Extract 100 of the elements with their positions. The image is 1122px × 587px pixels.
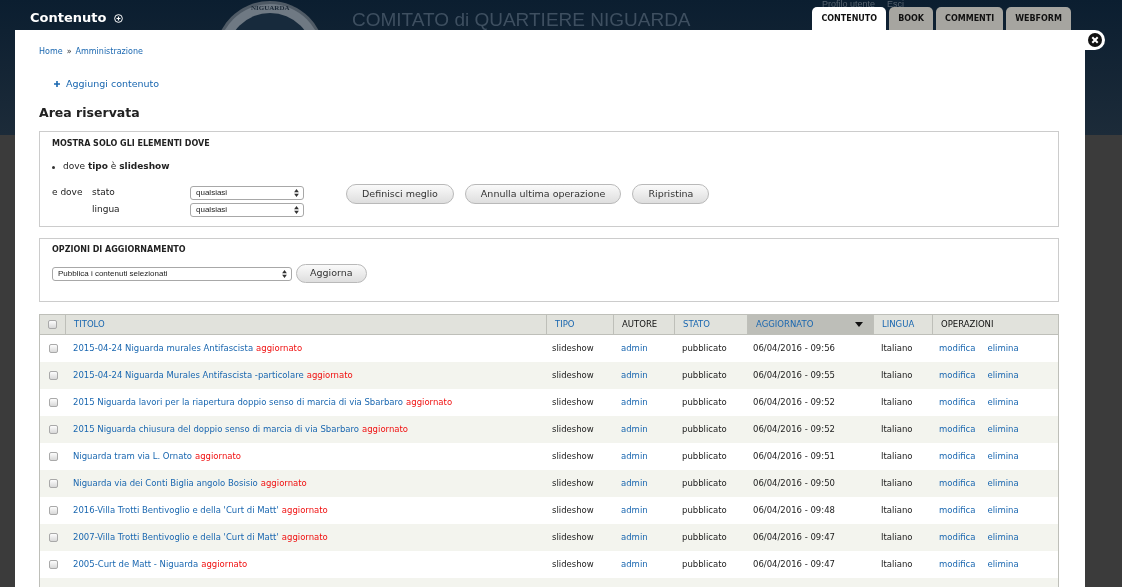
updated-marker: aggiornato [201, 558, 248, 571]
author-link[interactable]: admin [621, 343, 648, 354]
updown-arrows-icon [282, 269, 287, 278]
active-filter: dove tipo è slideshow [63, 160, 170, 174]
title-link[interactable]: 2007-Villa Trotti Bentivoglio e della 'Curt di Matt' [73, 531, 279, 544]
title-link[interactable]: 2015 Niguarda lavori per la riapertura doppio senso di marcia di via Sbarbaro [73, 396, 404, 409]
form-button[interactable]: Definisci meglio [346, 184, 454, 204]
tab[interactable]: BOOK [889, 7, 934, 30]
author-link[interactable]: admin [621, 478, 648, 489]
close-button[interactable] [1084, 30, 1105, 50]
author-link[interactable]: admin [621, 424, 648, 435]
operation-link[interactable]: elimina [987, 450, 1019, 463]
operation-link[interactable]: modifica [939, 423, 976, 436]
author-link[interactable]: admin [621, 505, 648, 516]
table-cell: Italiano [881, 343, 913, 354]
checkbox[interactable] [49, 479, 58, 488]
table-cell: Italiano [881, 505, 913, 516]
table-cell: slideshow [552, 505, 594, 516]
table-cell: Italiano [881, 532, 913, 543]
title-link[interactable]: Niguarda via dei Conti Biglia angolo Bosisio [73, 477, 258, 490]
column-sort-link[interactable]: STATO [683, 318, 710, 331]
dropdown[interactable]: qualsiasi [190, 185, 304, 200]
breadcrumb-link[interactable]: Home [39, 46, 63, 58]
column-sort-link[interactable]: TIPO [555, 318, 575, 331]
filter-label: stato [92, 185, 115, 199]
checkbox[interactable] [49, 506, 58, 515]
author-link[interactable]: admin [621, 370, 648, 381]
column-label: AUTORE [622, 318, 658, 331]
table-cell: 06/04/2016 - 09:47 [753, 532, 835, 543]
operation-link[interactable]: modifica [939, 531, 976, 544]
operation-link[interactable]: modifica [939, 477, 976, 490]
updown-arrows-icon [294, 205, 299, 214]
tab[interactable]: CONTENUTO [812, 7, 887, 30]
operation-link[interactable]: modifica [939, 450, 976, 463]
column-sort-link[interactable]: AGGIORNATO [756, 318, 814, 331]
operation-link[interactable]: modifica [939, 396, 976, 409]
checkbox[interactable] [49, 560, 58, 569]
author-link[interactable]: admin [621, 397, 648, 408]
form-button[interactable]: Ripristina [632, 184, 710, 204]
table-cell: slideshow [552, 397, 594, 408]
page-title: Area riservata [39, 105, 140, 121]
title-link[interactable]: 2005-Curt de Matt - Niguarda [73, 558, 199, 571]
table-cell: slideshow [552, 424, 594, 435]
updated-marker: aggiornato [362, 423, 409, 436]
table-cell: pubblicato [682, 397, 727, 408]
column-sort-link[interactable]: LINGUA [882, 318, 915, 331]
checkbox[interactable] [49, 425, 58, 434]
table-cell: slideshow [552, 343, 594, 354]
table-cell: pubblicato [682, 505, 727, 516]
operation-link[interactable]: elimina [987, 342, 1019, 355]
close-icon [1087, 33, 1102, 47]
table-cell: slideshow [552, 559, 594, 570]
title-link[interactable]: 2015 Niguarda chiusura del doppio senso di marcia di via Sbarbaro [73, 423, 359, 436]
checkbox[interactable] [49, 398, 58, 407]
form-button[interactable]: Aggiorna [296, 264, 367, 283]
table-cell: 06/04/2016 - 09:50 [753, 478, 835, 489]
operation-link[interactable]: modifica [939, 504, 976, 517]
bullet-icon [52, 165, 55, 169]
checkbox[interactable] [49, 344, 58, 353]
operation-link[interactable]: elimina [987, 477, 1019, 490]
updated-marker: aggiornato [260, 477, 307, 490]
operation-link[interactable]: elimina [987, 369, 1019, 382]
operation-link[interactable]: elimina [987, 396, 1019, 409]
form-button[interactable]: Annulla ultima operazione [464, 184, 622, 204]
operation-link[interactable]: elimina [987, 423, 1019, 436]
breadcrumb-link[interactable]: Amministrazione [75, 46, 143, 58]
operation-link[interactable]: modifica [939, 342, 976, 355]
title-link[interactable]: 2016-Villa Trotti Bentivoglio e della 'Curt di Matt' [73, 504, 279, 517]
operation-link[interactable]: modifica [939, 558, 976, 571]
operation-link[interactable]: elimina [987, 504, 1019, 517]
checkbox[interactable] [49, 452, 58, 461]
dropdown[interactable]: Pubblica i contenuti selezionati [52, 266, 292, 281]
title-link[interactable]: 2015-04-24 Niguarda Murales Antifascista -particolare [73, 369, 304, 382]
dropdown[interactable]: qualsiasi [190, 202, 304, 217]
title-link[interactable]: Niguarda tram via L. Ornato [73, 450, 192, 463]
updown-arrows-icon [294, 188, 299, 197]
breadcrumb-separator: » [66, 46, 72, 58]
tab[interactable]: COMMENTI [936, 7, 1004, 30]
add-shortcut-icon[interactable] [114, 13, 124, 23]
checkbox[interactable] [49, 533, 58, 542]
operation-link[interactable]: modifica [939, 369, 976, 382]
author-link[interactable]: admin [621, 451, 648, 462]
operation-link[interactable]: elimina [987, 531, 1019, 544]
title-link[interactable]: 2015-04-24 Niguarda murales Antifascista [73, 342, 254, 355]
tab[interactable]: WEBFORM [1006, 7, 1071, 30]
overlay-title: Contenuto [30, 10, 107, 26]
table-cell: pubblicato [682, 370, 727, 381]
plus-icon [54, 81, 60, 87]
table-cell: Italiano [881, 559, 913, 570]
add-content-link[interactable]: Aggiungi contenuto [54, 78, 160, 90]
table-cell: Italiano [881, 370, 913, 381]
operation-link[interactable]: elimina [987, 558, 1019, 571]
author-link[interactable]: admin [621, 532, 648, 543]
table-cell: pubblicato [682, 451, 727, 462]
column-sort-link[interactable]: TITOLO [74, 318, 105, 331]
table-cell: 06/04/2016 - 09:47 [753, 559, 835, 570]
checkbox[interactable] [48, 320, 57, 329]
checkbox[interactable] [49, 371, 58, 380]
author-link[interactable]: admin [621, 559, 648, 570]
table-cell: pubblicato [682, 478, 727, 489]
